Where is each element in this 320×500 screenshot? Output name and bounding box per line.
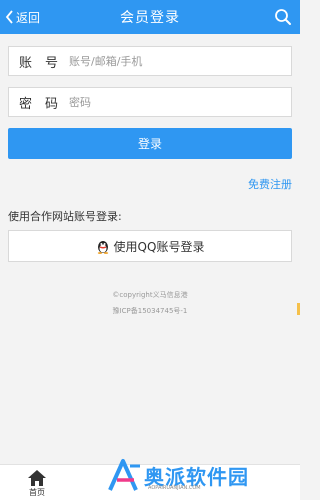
page-title: 会员登录 <box>120 10 180 26</box>
back-button[interactable]: 返回 <box>5 0 40 34</box>
password-label: 密 码 <box>19 96 59 112</box>
nav-home-label: 首页 <box>29 488 45 497</box>
qq-login-label: 使用QQ账号登录 <box>113 239 205 254</box>
watermark-logo: 奥派软件园 AOPAIRUANJIAN.COM <box>106 452 296 498</box>
qq-login-button[interactable]: 使用QQ账号登录 <box>8 230 292 262</box>
account-label: 账 号 <box>19 55 59 71</box>
login-button[interactable]: 登录 <box>8 128 292 159</box>
password-field-row: 密 码 <box>8 87 292 117</box>
search-button[interactable] <box>274 8 292 26</box>
account-input[interactable] <box>69 54 291 68</box>
home-icon <box>28 470 46 486</box>
back-label: 返回 <box>16 10 41 25</box>
partner-login-heading: 使用合作网站账号登录: <box>8 210 122 223</box>
nav-home[interactable]: 首页 <box>14 469 60 498</box>
icp-record-line: 豫ICP备15034745号-1 <box>112 307 188 315</box>
top-bar: 返回 会员登录 <box>0 0 300 34</box>
account-field-row: 账 号 <box>8 46 292 76</box>
chevron-left-icon <box>5 10 13 24</box>
copyright-line: ©copyright义马信息港 <box>112 291 188 299</box>
watermark-url: AOPAIRUANJIAN.COM <box>148 485 201 491</box>
qq-penguin-icon <box>97 240 108 254</box>
register-link[interactable]: 免费注册 <box>248 176 292 192</box>
search-icon <box>275 9 291 25</box>
password-input[interactable] <box>69 95 291 109</box>
side-indicator <box>297 303 300 315</box>
aopai-logo-icon <box>108 459 140 491</box>
